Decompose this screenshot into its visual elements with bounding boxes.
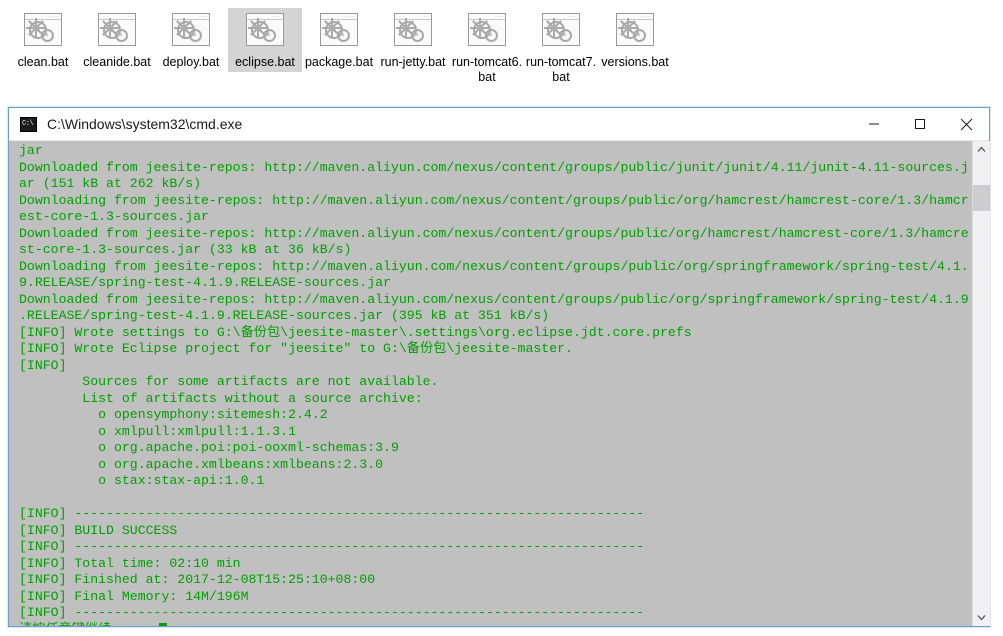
bat-file-gears-icon: ···: [612, 11, 658, 49]
console-line: o org.apache.xmlbeans:xmlbeans:2.3.0: [19, 456, 384, 472]
console-line: Downloading from jeesite-repos: http://m…: [19, 258, 969, 274]
cmd-console-icon: [20, 116, 37, 132]
console-line: [INFO] BUILD SUCCESS: [19, 522, 178, 538]
console-line: 9.RELEASE/spring-test-4.1.9.RELEASE-sour…: [19, 275, 391, 290]
bat-file-gears-icon: ···: [20, 11, 66, 49]
desktop-icon-versions-bat[interactable]: ··· versions.bat: [598, 8, 672, 72]
desktop-icon-label: package.bat: [304, 55, 374, 69]
console-line: Downloading from jeesite-repos: http://m…: [19, 192, 969, 208]
block-cursor: [158, 622, 167, 626]
console-line: [INFO] ---------------------------------…: [19, 539, 645, 554]
desktop-icon-eclipse-bat[interactable]: ··· eclipse.bat: [228, 8, 302, 72]
desktop-icon-cleanide-bat[interactable]: ··· cleanide.bat: [80, 8, 154, 72]
console-line: [INFO] ---------------------------------…: [19, 506, 645, 521]
cmd-window: C:\Windows\system32\cmd.exe jarDownloa: [8, 107, 990, 627]
minimize-button[interactable]: [851, 108, 897, 141]
bat-file-gears-icon: ···: [316, 11, 362, 49]
console-line: o opensymphony:sitemesh:2.4.2: [19, 407, 328, 422]
console-output[interactable]: jar Downloaded from jeesite-repos: http:/…: [9, 141, 972, 626]
bat-file-gears-icon: ···: [242, 11, 288, 49]
console-line: [INFO] Finished at: 2017-12-08T15:25:10+…: [19, 572, 376, 587]
window-titlebar[interactable]: C:\Windows\system32\cmd.exe: [9, 108, 989, 141]
desktop-icon-run-tomcat6-bat[interactable]: ··· run-tomcat6.bat: [450, 8, 524, 87]
bat-file-gears-icon: ···: [168, 11, 214, 49]
vertical-scrollbar[interactable]: [972, 141, 990, 626]
console-prompt-line: 请按任意键继续. . .: [19, 622, 972, 627]
console-line: [INFO] Total time: 02:10 min: [19, 555, 241, 571]
desktop-icon-run-tomcat7-bat[interactable]: ··· run-tomcat7.bat: [524, 8, 598, 87]
desktop-icon-label: deploy.bat: [162, 55, 220, 69]
desktop-icon-label: run-tomcat7.bat: [525, 55, 597, 84]
bat-file-gears-icon: ···: [94, 11, 140, 49]
bat-file-gears-icon: ···: [538, 11, 584, 49]
desktop-icon-label: cleanide.bat: [83, 55, 151, 69]
console-line: [INFO]: [19, 357, 67, 373]
console-line: Downloaded from jeesite-repos: http://ma…: [19, 159, 969, 175]
console-line: Downloaded from jeesite-repos: http://ma…: [19, 291, 969, 307]
scroll-down-arrow-icon[interactable]: [973, 609, 990, 626]
scroll-up-arrow-icon[interactable]: [973, 141, 990, 158]
minimize-icon: [869, 123, 879, 125]
console-line: jar: [19, 143, 43, 158]
desktop-icon-label: run-tomcat6.bat: [451, 55, 523, 84]
maximize-icon: [915, 119, 925, 129]
close-button[interactable]: [943, 108, 989, 141]
desktop-icon-strip: ··· clean.bat ··· cleanide.bat ··· deploy.bat…: [0, 0, 1003, 105]
desktop-icon-label: clean.bat: [17, 55, 69, 69]
desktop-icon-label: versions.bat: [601, 55, 669, 69]
bat-file-gears-icon: ···: [390, 11, 436, 49]
console-line: o org.apache.poi:poi-ooxml-schemas:3.9: [19, 440, 399, 455]
desktop-icon-deploy-bat[interactable]: ··· deploy.bat: [154, 8, 228, 72]
desktop-icon-run-jetty-bat[interactable]: ··· run-jetty.bat: [376, 8, 450, 72]
console-line: Downloaded from jeesite-repos: http://ma…: [19, 225, 969, 241]
window-controls: [851, 108, 989, 141]
close-icon: [960, 118, 972, 130]
scrollbar-thumb[interactable]: [973, 185, 990, 211]
console-line: Sources for some artifacts are not avail…: [19, 374, 439, 389]
console-body: jar Downloaded from jeesite-repos: http:/…: [9, 141, 990, 626]
console-line: [INFO] Wrote Eclipse project for "jeesit…: [19, 341, 573, 356]
console-line: o xmlpull:xmlpull:1.1.3.1: [19, 423, 296, 439]
console-line: est-core-1.3-sources.jar: [19, 209, 209, 224]
maximize-button[interactable]: [897, 108, 943, 141]
console-line: st-core-1.3-sources.jar (33 kB at 36 kB/…: [19, 242, 352, 257]
console-line: [INFO] ---------------------------------…: [19, 605, 645, 620]
bat-file-gears-icon: ···: [464, 11, 510, 49]
console-line: ar (151 kB at 262 kB/s): [19, 176, 202, 191]
console-line: [INFO] Final Memory: 14M/196M: [19, 588, 249, 604]
window-title: C:\Windows\system32\cmd.exe: [47, 116, 243, 132]
desktop-icon-clean-bat[interactable]: ··· clean.bat: [6, 8, 80, 72]
console-line: o stax:stax-api:1.0.1: [19, 473, 265, 488]
desktop-icon-label: run-jetty.bat: [380, 55, 446, 69]
desktop-icon-package-bat[interactable]: ··· package.bat: [302, 8, 376, 72]
desktop-icon-label: eclipse.bat: [235, 55, 295, 69]
console-line: [INFO] Wrote settings to G:\备份包\jeesite-…: [19, 324, 692, 340]
console-line: List of artifacts without a source archi…: [19, 390, 423, 406]
console-prompt-text: 请按任意键继续. . .: [19, 622, 159, 627]
scrollbar-track[interactable]: [973, 158, 990, 609]
console-line: .RELEASE/spring-test-4.1.9.RELEASE-sourc…: [19, 308, 550, 323]
